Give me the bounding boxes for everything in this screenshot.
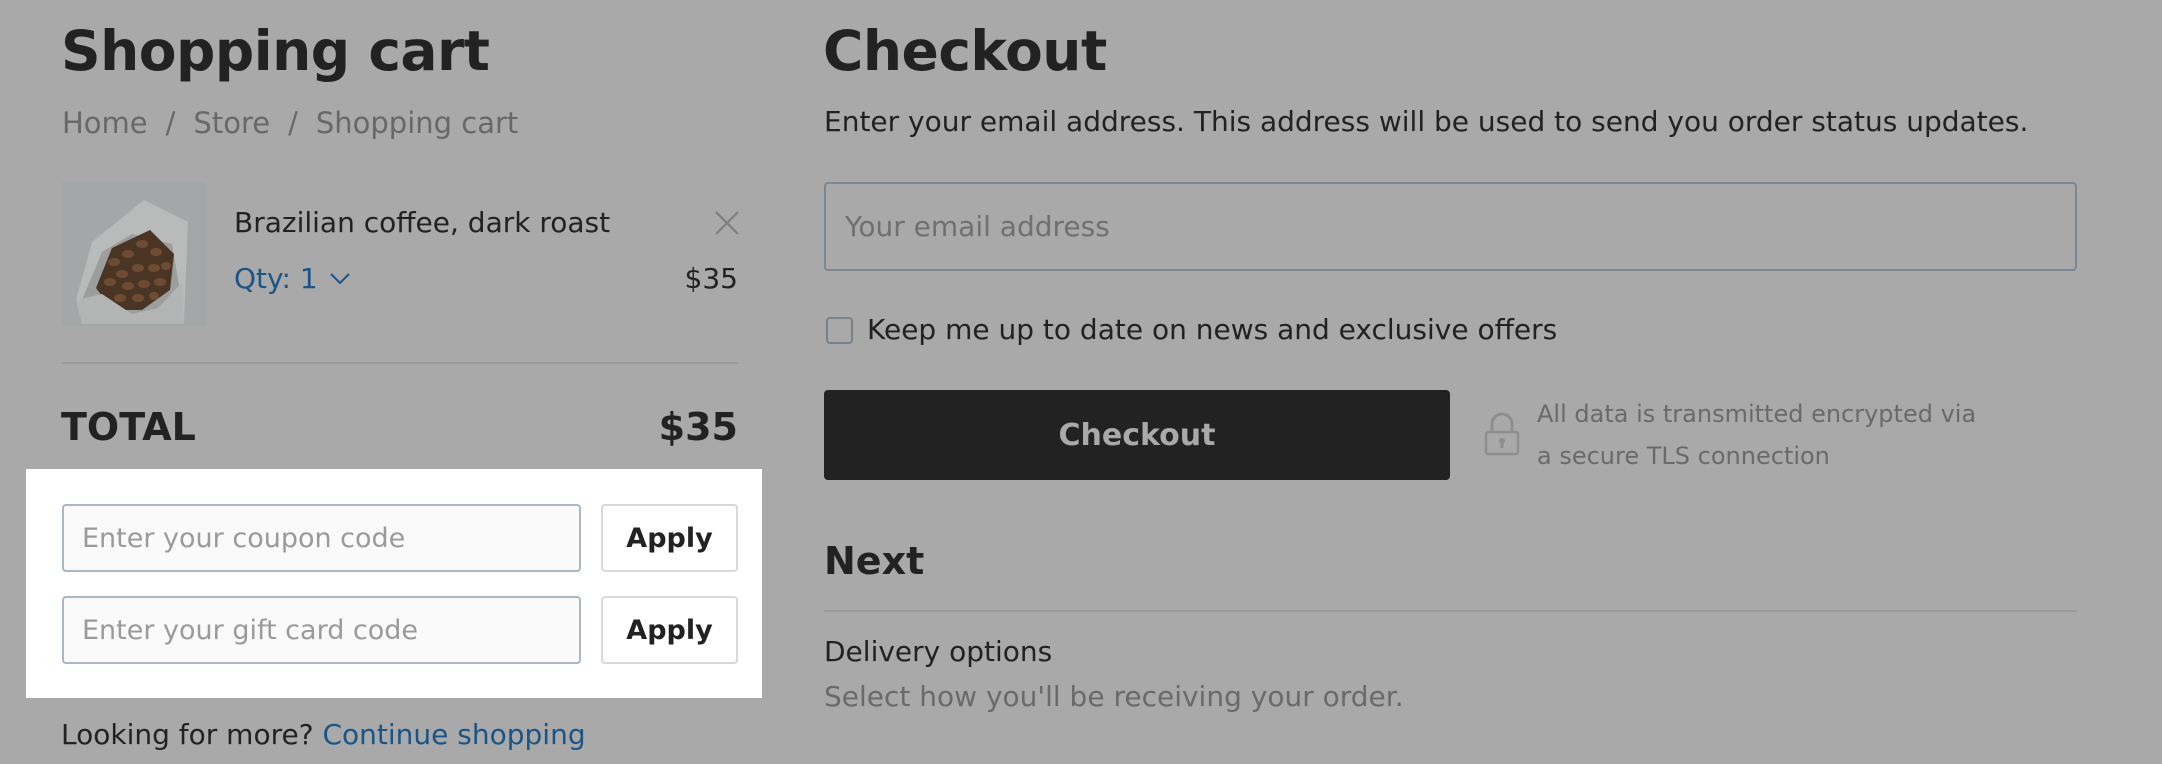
delivery-options-title: Delivery options xyxy=(824,635,1053,668)
apply-coupon-button[interactable]: Apply xyxy=(601,504,738,572)
checkout-title: Checkout xyxy=(823,19,1107,83)
gift-card-code-input[interactable] xyxy=(62,596,581,664)
breadcrumb-separator: / xyxy=(165,106,176,140)
discount-codes-panel: Apply Apply xyxy=(26,469,762,698)
newsletter-checkbox[interactable] xyxy=(826,316,853,344)
chevron-down-icon xyxy=(329,273,350,285)
next-section-title: Next xyxy=(824,539,925,583)
close-icon xyxy=(715,211,739,235)
item-price: $35 xyxy=(684,262,738,295)
lock-icon xyxy=(1484,412,1520,456)
remove-item-button[interactable] xyxy=(714,210,740,236)
newsletter-label: Keep me up to date on news and exclusive… xyxy=(867,313,1558,346)
checkout-button[interactable]: Checkout xyxy=(824,390,1450,480)
breadcrumb: Home / Store / Shopping cart xyxy=(62,103,518,143)
apply-gift-card-button[interactable]: Apply xyxy=(601,596,738,664)
page-title: Shopping cart xyxy=(61,19,490,83)
continue-shopping-line: Looking for more? Continue shopping xyxy=(61,715,586,755)
secure-connection-note: All data is transmitted encrypted via a … xyxy=(1537,393,2057,477)
newsletter-option[interactable]: Keep me up to date on news and exclusive… xyxy=(826,310,1557,350)
coupon-code-input[interactable] xyxy=(62,504,581,572)
delivery-options-description: Select how you'll be receiving your orde… xyxy=(824,680,1404,713)
breadcrumb-home[interactable]: Home xyxy=(62,103,148,143)
product-image xyxy=(62,182,206,326)
quantity-label: Qty: 1 xyxy=(234,262,318,295)
cart-divider xyxy=(62,362,738,364)
total-label: TOTAL xyxy=(61,405,196,449)
looking-for-more-text: Looking for more? xyxy=(61,718,314,751)
secure-note-line-2: a secure TLS connection xyxy=(1537,442,1830,470)
breadcrumb-separator: / xyxy=(288,106,298,140)
product-name: Brazilian coffee, dark roast xyxy=(234,206,611,239)
breadcrumb-current: Shopping cart xyxy=(315,106,519,140)
email-field[interactable] xyxy=(824,182,2077,271)
checkout-description: Enter your email address. This address w… xyxy=(824,105,2029,138)
breadcrumb-store[interactable]: Store xyxy=(193,103,270,143)
secure-note-line-1: All data is transmitted encrypted via xyxy=(1537,400,1977,428)
continue-shopping-link[interactable]: Continue shopping xyxy=(322,718,585,751)
total-value: $35 xyxy=(658,405,738,449)
coffee-bag-image xyxy=(62,182,206,326)
quantity-select[interactable]: Qty: 1 xyxy=(234,259,350,299)
next-divider xyxy=(824,610,2077,612)
